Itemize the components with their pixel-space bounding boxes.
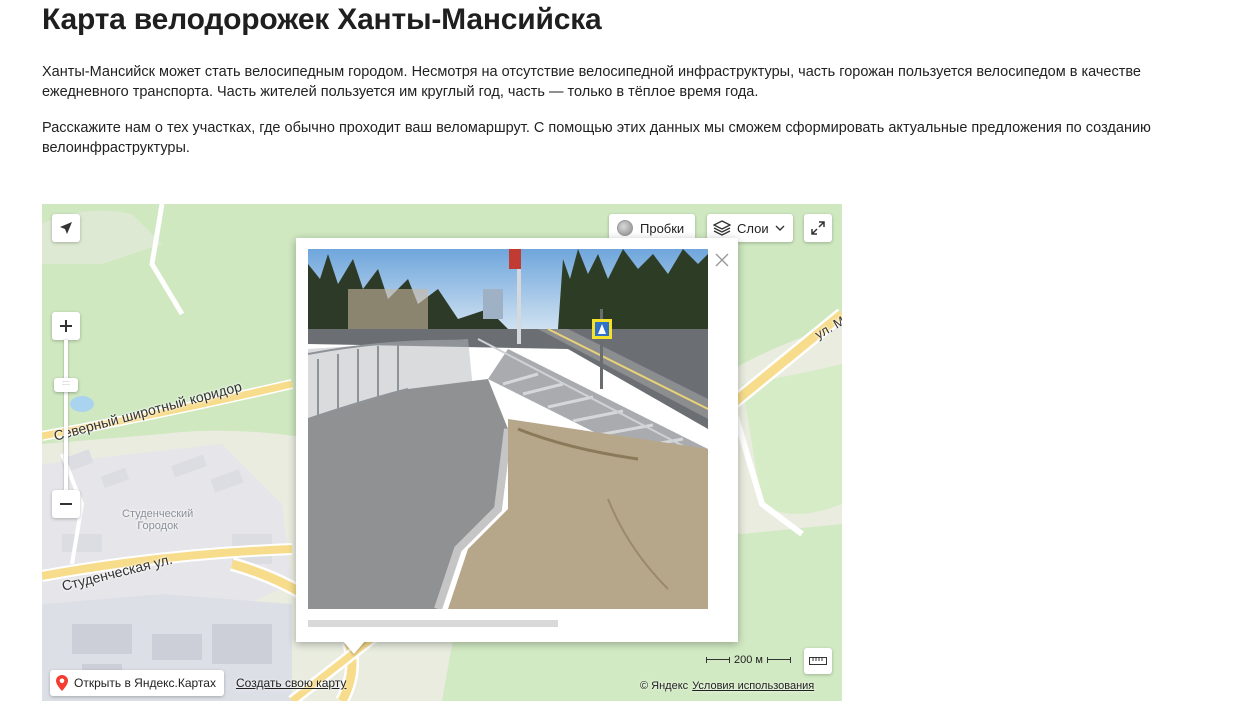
scale-bar-right: [766, 657, 791, 663]
map-copyright: © Яндекс Условия использования: [640, 680, 814, 692]
intro-text: Ханты-Мансийск может стать велосипедным …: [42, 62, 1212, 174]
minus-icon: [60, 503, 72, 505]
zoom-slider-track[interactable]: [64, 340, 68, 490]
yandex-map[interactable]: Северный широтный коридор Студенческий Г…: [42, 204, 842, 701]
ruler-icon: [809, 657, 827, 665]
page-title: Карта велодорожек Ханты-Мансийска: [42, 3, 602, 36]
balloon-caption-placeholder: [308, 620, 558, 627]
scale-label: 200 м: [734, 654, 763, 666]
geolocation-button[interactable]: [52, 214, 80, 242]
intro-paragraph-1: Ханты-Мансийск может стать велосипедным …: [42, 64, 1141, 100]
chevron-down-icon: [775, 225, 785, 231]
photo-balloon[interactable]: [296, 238, 738, 642]
open-in-yandex-maps-button[interactable]: Открыть в Яндекс.Картах: [50, 670, 224, 696]
scale-bar-left: [706, 657, 730, 663]
map-label-student-town: Студенческий Городок: [122, 508, 193, 532]
fullscreen-button[interactable]: [804, 214, 832, 242]
close-balloon-button[interactable]: [714, 252, 730, 268]
ruler-button[interactable]: [804, 648, 832, 674]
zoom-slider-handle[interactable]: ::::: [54, 378, 78, 392]
traffic-light-icon: [617, 220, 633, 236]
terms-of-use-link[interactable]: Условия использования: [692, 680, 814, 692]
location-arrow-icon: [60, 222, 72, 234]
intro-paragraph-2: Расскажите нам о тех участках, где обычн…: [42, 120, 1151, 156]
layers-icon: [713, 220, 731, 236]
open-in-yandex-label: Открыть в Яндекс.Картах: [74, 676, 216, 690]
layers-label: Слои: [737, 220, 769, 236]
zoom-in-button[interactable]: [52, 312, 80, 340]
expand-icon: [811, 221, 825, 235]
copyright-text: © Яндекс: [640, 680, 689, 692]
close-icon: [715, 253, 729, 267]
create-map-link[interactable]: Создать свою карту: [236, 676, 346, 690]
map-label-student-town-line2: Городок: [137, 520, 178, 532]
plus-icon: [60, 320, 72, 332]
map-label-student-town-line1: Студенческий: [122, 508, 194, 520]
zoom-out-button[interactable]: [52, 490, 80, 518]
street-photo-image: [308, 249, 708, 609]
traffic-label: Пробки: [640, 220, 685, 236]
map-pin-icon: [56, 675, 68, 691]
balloon-photo[interactable]: [308, 249, 708, 609]
map-scale: 200 м: [706, 654, 791, 666]
balloon-tail: [342, 640, 366, 654]
